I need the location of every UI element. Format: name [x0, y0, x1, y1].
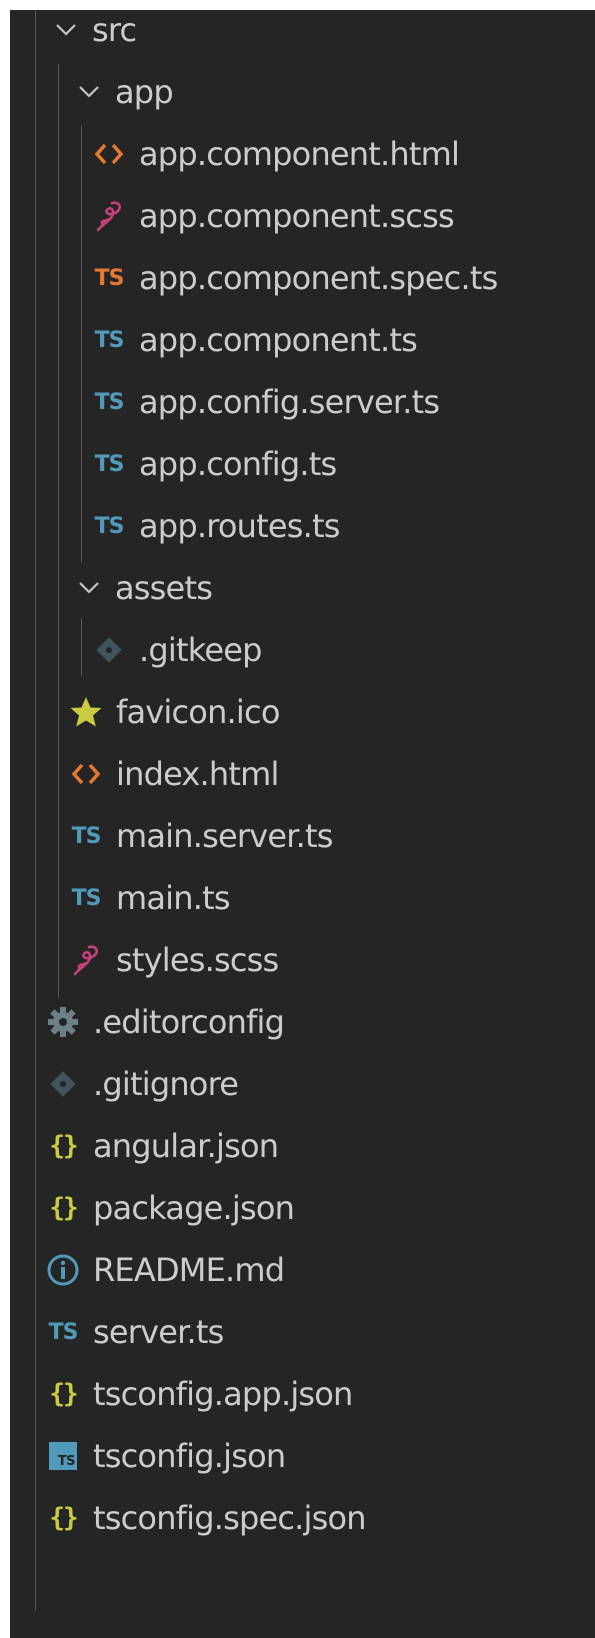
tree-item-label: app.config.ts [139, 445, 337, 483]
tree-file-tsconfig-spec-json[interactable]: {} tsconfig.spec.json [10, 1486, 595, 1550]
tree-item-label: package.json [93, 1189, 295, 1227]
tree-file-app-component-spec-ts[interactable]: TS app.component.spec.ts [10, 246, 595, 310]
tree-item-label: angular.json [93, 1127, 279, 1165]
tree-item-label: src [92, 11, 137, 49]
tree-item-label: .gitkeep [139, 631, 262, 669]
tree-file-tsconfig-app-json[interactable]: {} tsconfig.app.json [10, 1362, 595, 1426]
file-tree: src app app.component.html app.component… [10, 10, 595, 1638]
tree-item-label: favicon.ico [116, 693, 280, 731]
ts-file-icon: TS [48, 1319, 79, 1345]
html-file-icon [66, 754, 106, 794]
tree-item-label: index.html [116, 755, 279, 793]
tree-item-label: server.ts [93, 1313, 224, 1351]
info-icon [43, 1250, 83, 1290]
ts-file-icon: TS [94, 513, 125, 539]
tree-file-app-routes-ts[interactable]: TS app.routes.ts [10, 494, 595, 558]
chevron-down-icon [69, 568, 109, 608]
tree-folder-assets[interactable]: assets [10, 556, 595, 620]
git-file-icon [89, 630, 129, 670]
tree-file-angular-json[interactable]: {} angular.json [10, 1114, 595, 1178]
scss-file-icon [89, 196, 129, 236]
file-explorer-panel: src app app.component.html app.component… [10, 10, 595, 1638]
json-file-icon: {} [49, 1193, 78, 1223]
tree-file-app-config-server-ts[interactable]: TS app.config.server.ts [10, 370, 595, 434]
chevron-down-icon [69, 72, 109, 112]
json-file-icon: {} [49, 1131, 78, 1161]
tree-folder-src[interactable]: src [10, 0, 595, 62]
chevron-down-icon [46, 10, 86, 50]
json-file-icon: {} [49, 1503, 78, 1533]
ts-file-icon: TS [71, 823, 102, 849]
git-file-icon [43, 1064, 83, 1104]
tree-item-label: app.routes.ts [139, 507, 340, 545]
tree-file-server-ts[interactable]: TS server.ts [10, 1300, 595, 1364]
tree-item-label: app [115, 73, 174, 111]
tsconfig-file-icon: TS [43, 1436, 83, 1476]
scss-file-icon [66, 940, 106, 980]
tree-file-app-config-ts[interactable]: TS app.config.ts [10, 432, 595, 496]
tree-item-label: app.component.scss [139, 197, 455, 235]
tree-file-main-ts[interactable]: TS main.ts [10, 866, 595, 930]
tree-file-readme-md[interactable]: README.md [10, 1238, 595, 1302]
ts-spec-file-icon: TS [94, 265, 125, 291]
tree-file-index-html[interactable]: index.html [10, 742, 595, 806]
ts-file-icon: TS [94, 389, 125, 415]
tree-item-label: .gitignore [93, 1065, 239, 1103]
tree-file-app-component-scss[interactable]: app.component.scss [10, 184, 595, 248]
tree-file-app-component-ts[interactable]: TS app.component.ts [10, 308, 595, 372]
tree-item-label: main.ts [116, 879, 231, 917]
tree-file-app-component-html[interactable]: app.component.html [10, 122, 595, 186]
tree-item-label: tsconfig.json [93, 1437, 286, 1475]
tree-file-gitkeep[interactable]: .gitkeep [10, 618, 595, 682]
tree-item-label: tsconfig.app.json [93, 1375, 353, 1413]
tree-item-label: styles.scss [116, 941, 279, 979]
tree-file-tsconfig-json[interactable]: TS tsconfig.json [10, 1424, 595, 1488]
ts-file-icon: TS [94, 451, 125, 477]
tree-item-label: app.component.spec.ts [139, 259, 498, 297]
ts-file-icon: TS [94, 327, 125, 353]
star-icon [66, 692, 106, 732]
tree-file-styles-scss[interactable]: styles.scss [10, 928, 595, 992]
tree-folder-app[interactable]: app [10, 60, 595, 124]
tree-file-gitignore[interactable]: .gitignore [10, 1052, 595, 1116]
tree-item-label: .editorconfig [93, 1003, 285, 1041]
tree-file-favicon-ico[interactable]: favicon.ico [10, 680, 595, 744]
tree-file-package-json[interactable]: {} package.json [10, 1176, 595, 1240]
json-file-icon: {} [49, 1379, 78, 1409]
tree-item-label: tsconfig.spec.json [93, 1499, 367, 1537]
tree-item-label: main.server.ts [116, 817, 333, 855]
tree-file-main-server-ts[interactable]: TS main.server.ts [10, 804, 595, 868]
tree-item-label: app.config.server.ts [139, 383, 440, 421]
tree-item-label: app.component.ts [139, 321, 418, 359]
gear-icon [43, 1002, 83, 1042]
tree-item-label: assets [115, 569, 213, 607]
tree-item-label: app.component.html [139, 135, 460, 173]
tree-file-editorconfig[interactable]: .editorconfig [10, 990, 595, 1054]
ts-file-icon: TS [71, 885, 102, 911]
html-file-icon [89, 134, 129, 174]
tree-item-label: README.md [93, 1251, 285, 1289]
